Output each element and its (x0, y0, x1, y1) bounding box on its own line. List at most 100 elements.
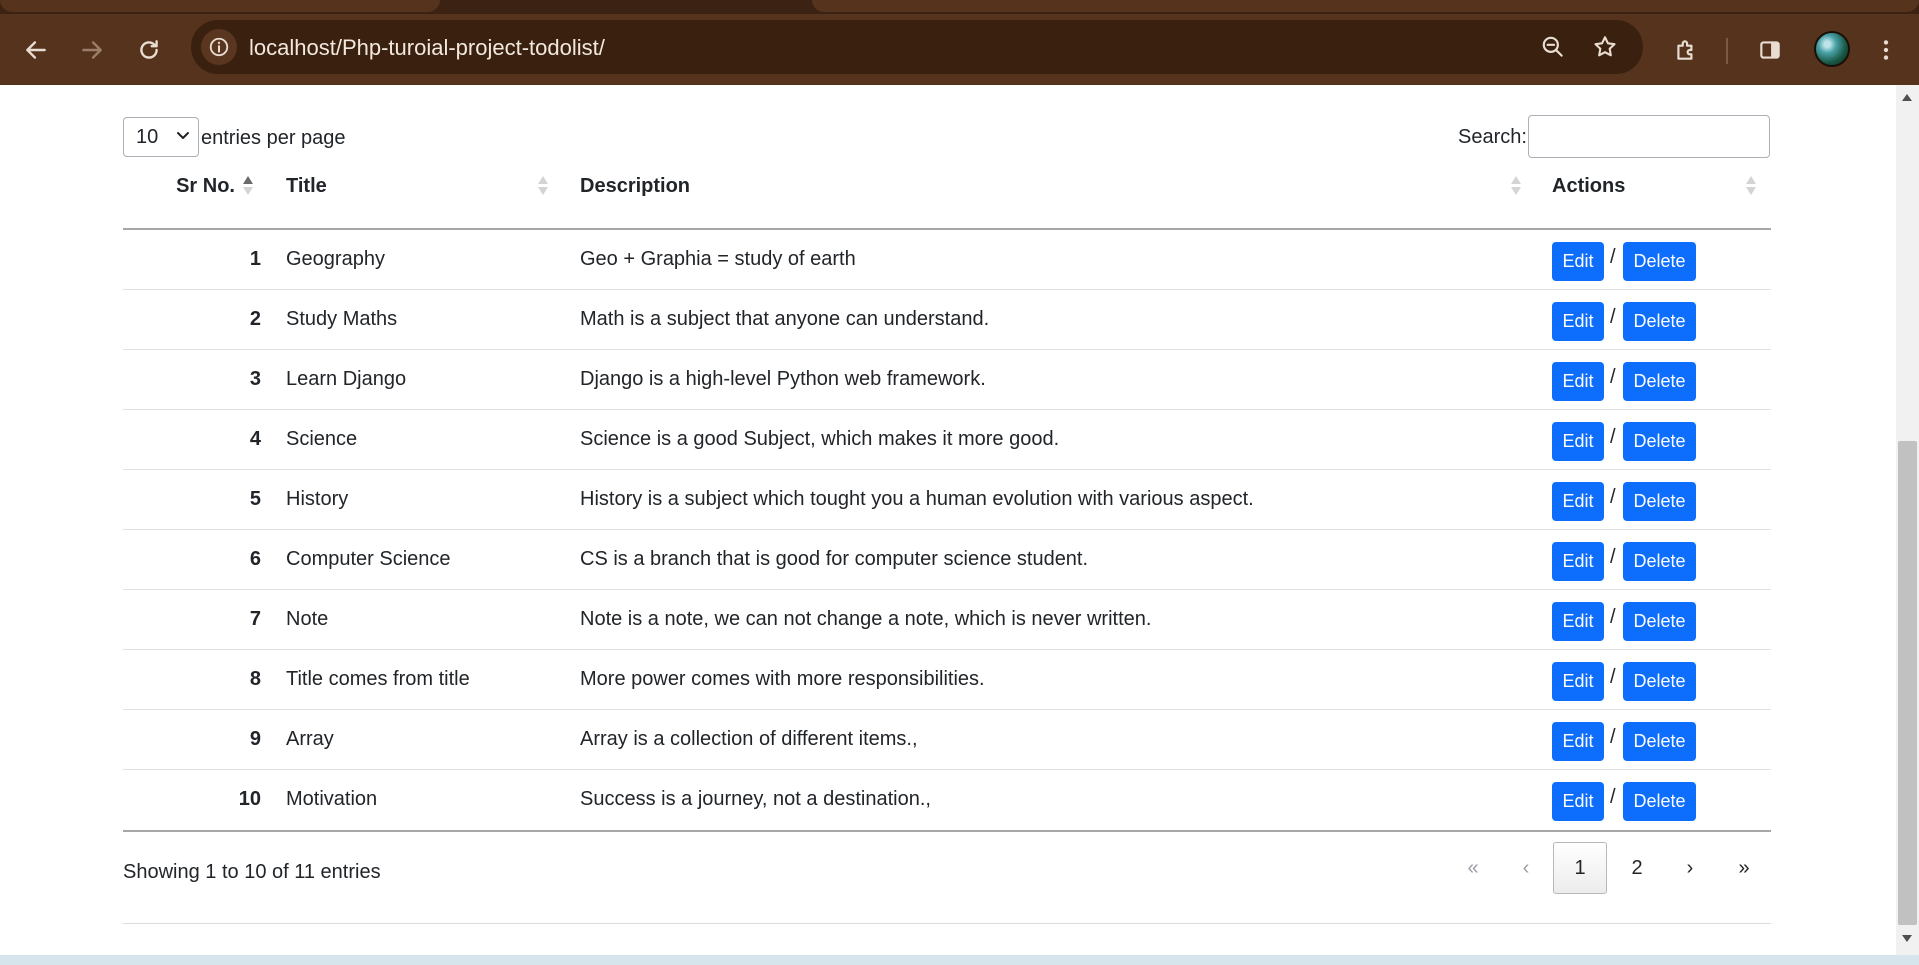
search-label: Search: (1458, 126, 1527, 148)
sr-no-cell: 7 (249, 608, 261, 630)
side-panel-button[interactable] (1752, 32, 1788, 68)
pagination-next[interactable]: › (1674, 842, 1706, 894)
page-content: 10 entries per page Search: Sr No. Title… (0, 85, 1896, 955)
edit-button[interactable]: Edit (1552, 602, 1604, 641)
action-separator: / (1610, 426, 1616, 448)
table-info-text: Showing 1 to 10 of 11 entries (123, 861, 381, 883)
title-cell: Geography (286, 248, 385, 270)
action-separator: / (1610, 306, 1616, 328)
delete-button[interactable]: Delete (1623, 722, 1696, 761)
action-separator: / (1610, 666, 1616, 688)
puzzle-icon (1677, 40, 1693, 60)
delete-button[interactable]: Delete (1623, 302, 1696, 341)
scroll-down-arrow-icon[interactable] (1902, 935, 1912, 942)
edit-button[interactable]: Edit (1552, 422, 1604, 461)
table-row: 1 Geography Geo + Graphia = study of ear… (123, 230, 1771, 290)
pagination-last[interactable]: » (1728, 842, 1760, 894)
column-header-label: Title (286, 175, 327, 197)
sr-no-cell: 10 (238, 788, 261, 810)
table-row: 10 Motivation Success is a journey, not … (123, 770, 1771, 830)
entries-per-page-label: entries per page (201, 127, 346, 149)
pagination-page-1[interactable]: 1 (1553, 842, 1607, 894)
edit-button[interactable]: Edit (1552, 302, 1604, 341)
title-cell: Note (286, 608, 329, 630)
pagination-first[interactable]: « (1457, 842, 1489, 894)
sort-icon (1511, 175, 1521, 197)
sort-icon (538, 175, 548, 197)
vertical-scrollbar[interactable] (1896, 85, 1919, 955)
browser-toolbar: localhost/Php-turoial-project-todolist/ (0, 14, 1919, 85)
tab-strip (0, 0, 1919, 14)
title-cell: Learn Django (286, 368, 407, 390)
avatar[interactable] (1814, 31, 1850, 67)
description-cell: CS is a branch that is good for computer… (580, 548, 1089, 570)
edit-button[interactable]: Edit (1552, 722, 1604, 761)
delete-button[interactable]: Delete (1623, 242, 1696, 281)
divider (123, 923, 1771, 924)
column-header-label: Sr No. (176, 175, 235, 197)
back-button[interactable] (18, 32, 54, 68)
table-row: 9 Array Array is a collection of differe… (123, 710, 1771, 770)
delete-button[interactable]: Delete (1623, 362, 1696, 401)
reload-icon (140, 40, 158, 59)
description-cell: Django is a high-level Python web framew… (580, 368, 986, 390)
action-separator: / (1610, 366, 1616, 388)
reload-button[interactable] (131, 32, 167, 68)
zoom-button[interactable] (1539, 33, 1567, 61)
sr-no-cell: 4 (249, 428, 261, 450)
browser-tab[interactable] (812, 0, 1919, 12)
scrollbar-thumb[interactable] (1898, 441, 1917, 925)
sr-no-cell: 8 (249, 668, 261, 690)
delete-button[interactable]: Delete (1623, 662, 1696, 701)
delete-button[interactable]: Delete (1623, 782, 1696, 821)
description-cell: Geo + Graphia = study of earth (580, 248, 856, 270)
kebab-menu-icon (1883, 40, 1889, 60)
browser-tab[interactable] (0, 0, 440, 12)
pagination-previous[interactable]: ‹ (1510, 842, 1542, 894)
title-cell: Study Maths (286, 308, 398, 330)
pagination-page-2[interactable]: 2 (1619, 842, 1655, 894)
scroll-up-arrow-icon[interactable] (1902, 94, 1912, 101)
table-row: 8 Title comes from title More power come… (123, 650, 1771, 710)
entries-per-page-select[interactable]: 10 (123, 117, 199, 157)
table-row: 3 Learn Django Django is a high-level Py… (123, 350, 1771, 410)
edit-button[interactable]: Edit (1552, 482, 1604, 521)
taskbar-edge (0, 955, 1919, 965)
arrow-left-icon (26, 41, 46, 59)
column-header-label: Description (580, 175, 691, 197)
edit-button[interactable]: Edit (1552, 782, 1604, 821)
sort-ascending-icon (243, 175, 253, 197)
column-header-sr-no[interactable]: Sr No. (123, 153, 261, 217)
delete-button[interactable]: Delete (1623, 602, 1696, 641)
description-cell: Success is a journey, not a destination.… (580, 788, 931, 810)
extensions-button[interactable] (1668, 32, 1704, 68)
bookmark-button[interactable] (1591, 33, 1619, 61)
column-header-description[interactable]: Description (580, 153, 1521, 217)
site-info-button[interactable] (201, 29, 237, 65)
arrow-right-icon (82, 41, 102, 59)
edit-button[interactable]: Edit (1552, 542, 1604, 581)
column-header-title[interactable]: Title (286, 153, 554, 217)
column-header-actions[interactable]: Actions (1552, 153, 1762, 217)
title-cell: Science (286, 428, 358, 450)
toolbar-divider (1726, 38, 1728, 64)
description-cell: Math is a subject that anyone can unders… (580, 308, 990, 330)
delete-button[interactable]: Delete (1623, 422, 1696, 461)
search-input[interactable] (1528, 115, 1770, 158)
sr-no-cell: 9 (249, 728, 261, 750)
description-cell: Array is a collection of different items… (580, 728, 918, 750)
sr-no-cell: 6 (249, 548, 261, 570)
edit-button[interactable]: Edit (1552, 362, 1604, 401)
title-cell: Computer Science (286, 548, 451, 570)
forward-button[interactable] (74, 32, 110, 68)
delete-button[interactable]: Delete (1623, 482, 1696, 521)
browser-menu-button[interactable] (1868, 32, 1904, 68)
url-text[interactable]: localhost/Php-turoial-project-todolist/ (249, 35, 605, 61)
title-cell: Array (286, 728, 334, 750)
edit-button[interactable]: Edit (1552, 242, 1604, 281)
edit-button[interactable]: Edit (1552, 662, 1604, 701)
delete-button[interactable]: Delete (1623, 542, 1696, 581)
address-bar[interactable]: localhost/Php-turoial-project-todolist/ (191, 20, 1643, 74)
table-row: 7 Note Note is a note, we can not change… (123, 590, 1771, 650)
info-icon (209, 37, 229, 57)
